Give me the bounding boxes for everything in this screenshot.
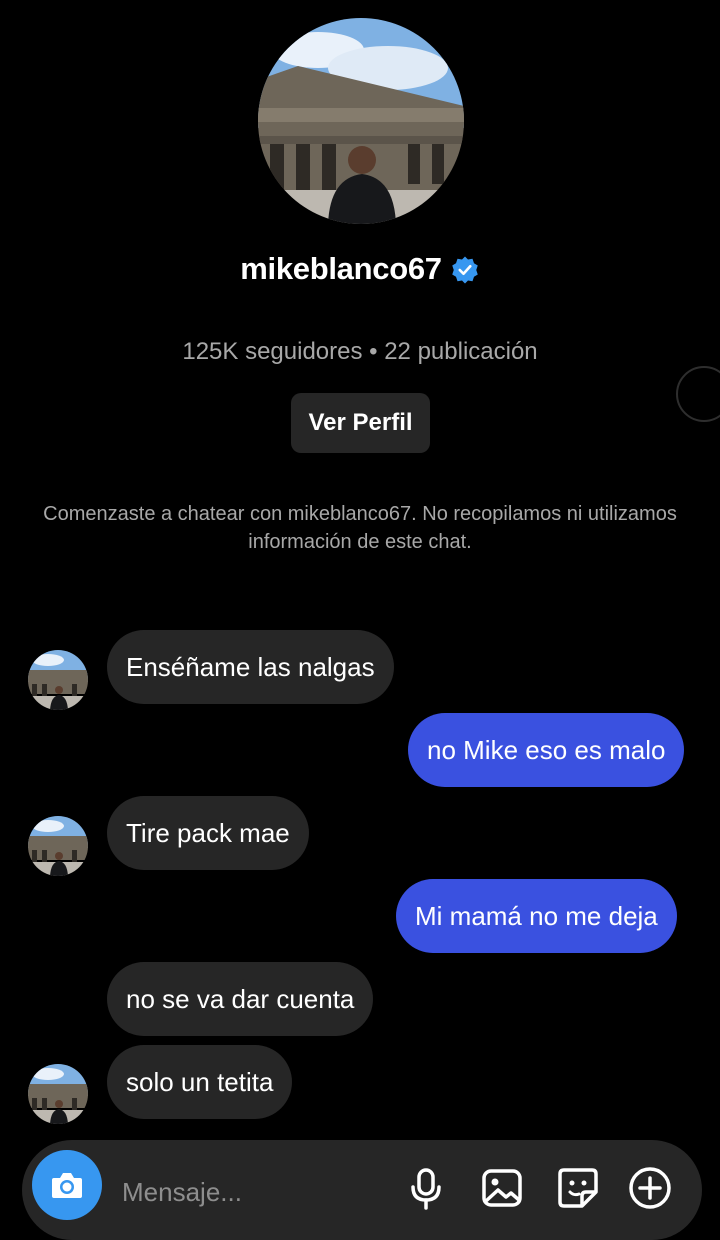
message-composer xyxy=(22,1140,702,1240)
scroll-ring-indicator xyxy=(676,366,720,422)
sender-avatar[interactable] xyxy=(28,816,88,876)
camera-icon xyxy=(52,1173,82,1198)
microphone-icon[interactable] xyxy=(402,1164,450,1212)
profile-avatar[interactable] xyxy=(258,18,464,224)
username-row: mikeblanco67 xyxy=(0,246,720,292)
username[interactable]: mikeblanco67 xyxy=(240,251,442,287)
profile-stats: 125K seguidores • 22 publicación xyxy=(182,338,538,365)
chat-start-notice: Comenzaste a chatear con mikeblanco67. N… xyxy=(43,503,677,553)
verified-badge-icon xyxy=(451,256,478,284)
message-bubble-incoming[interactable]: solo un tetita xyxy=(107,1045,293,1119)
message-bubble-outgoing[interactable]: no Mike eso es malo xyxy=(408,713,685,787)
message-input[interactable] xyxy=(122,1172,382,1212)
message-bubble-incoming[interactable]: Tire pack mae xyxy=(107,796,309,870)
message-bubble-incoming[interactable]: Enséñame las nalgas xyxy=(107,630,394,704)
sender-avatar[interactable] xyxy=(28,650,88,710)
sticker-icon[interactable] xyxy=(554,1164,602,1212)
message-bubble-incoming[interactable]: no se va dar cuenta xyxy=(107,962,374,1036)
gallery-icon[interactable] xyxy=(478,1164,526,1212)
plus-icon[interactable] xyxy=(626,1164,674,1212)
camera-button[interactable] xyxy=(32,1150,102,1220)
sender-avatar[interactable] xyxy=(28,1064,88,1124)
message-bubble-outgoing[interactable]: Mi mamá no me deja xyxy=(396,879,677,953)
view-profile-button[interactable]: Ver Perfil xyxy=(291,393,430,453)
